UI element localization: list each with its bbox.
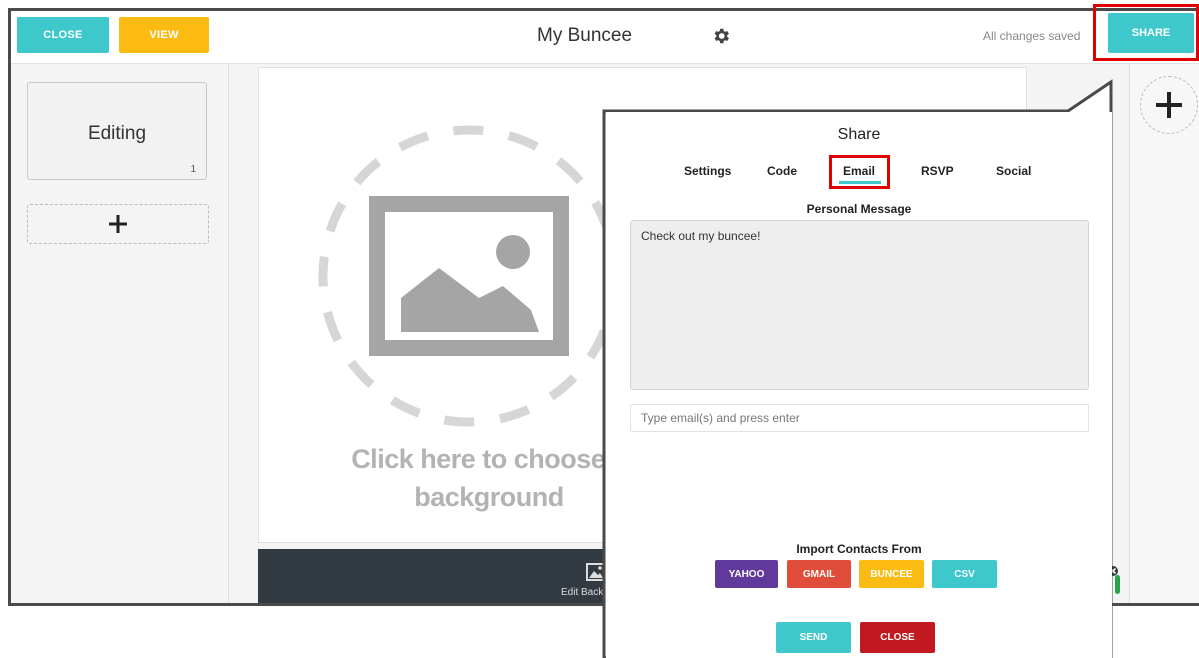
tab-rsvp[interactable]: RSVP — [921, 164, 954, 178]
import-gmail-button[interactable]: GMAIL — [787, 560, 851, 588]
import-yahoo-button[interactable]: YAHOO — [715, 560, 778, 588]
dialog-title: Share — [837, 126, 881, 143]
import-csv-button[interactable]: CSV — [932, 560, 997, 588]
import-contacts-label: Import Contacts From — [796, 542, 922, 556]
share-dialog: Share Settings Code Email RSVP Social Pe… — [606, 112, 1112, 658]
email-tab-highlight — [829, 155, 890, 189]
tab-settings[interactable]: Settings — [684, 164, 731, 178]
tab-code[interactable]: Code — [767, 164, 797, 178]
dialog-close-button[interactable]: CLOSE — [860, 622, 935, 653]
import-buncee-button[interactable]: BUNCEE — [859, 560, 924, 588]
tab-social[interactable]: Social — [996, 164, 1031, 178]
personal-message-textarea[interactable]: Check out my buncee! — [630, 220, 1089, 390]
personal-message-label: Personal Message — [806, 202, 912, 216]
email-input[interactable]: Type email(s) and press enter — [630, 404, 1089, 432]
send-button[interactable]: SEND — [776, 622, 851, 653]
